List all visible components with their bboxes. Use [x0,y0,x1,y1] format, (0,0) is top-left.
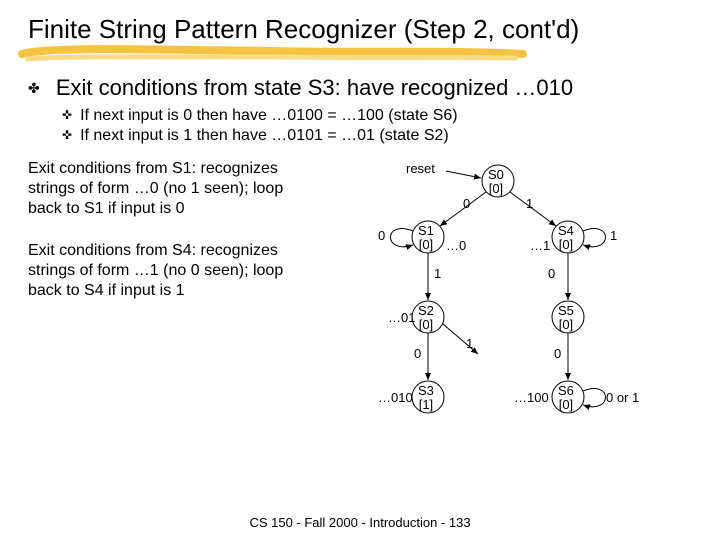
node-s2-name: S2 [418,303,434,318]
node-s4-name: S4 [558,223,574,238]
node-s6-name: S6 [558,383,574,398]
para-s1: Exit conditions from S1: recognizes stri… [28,159,288,219]
edge-s4-s5: 0 [548,267,555,281]
node-s3-out: [1] [419,397,433,412]
edge-s0-s4: 1 [526,197,533,211]
node-s6-out: [0] [559,397,573,412]
edge-s4-loop: 1 [610,229,617,243]
node-s5-out: [0] [559,317,573,332]
node-s3-name: S3 [418,383,434,398]
reset-label: reset [406,162,435,176]
bullet-main: Exit conditions from state S3: have reco… [28,75,692,145]
edge-s0-s1: 0 [463,197,470,211]
node-s0-name: S0 [488,167,504,182]
tag-s4: …1 [530,239,550,253]
node-s1-out: [0] [419,237,433,252]
edge-s1-loop: 0 [378,229,385,243]
sub-bullet-b: If next input is 1 then have …0101 = …01… [62,127,692,145]
title-underline [28,47,692,61]
tag-s3: …010 [378,391,413,405]
edge-s6-loop: 0 or 1 [606,391,639,405]
node-s5-name: S5 [558,303,574,318]
state-diagram: reset S0[0] S1[0] S4[0] S2[0] S5[0] S3[1… [288,159,692,429]
node-s1-name: S1 [418,223,434,238]
node-s0-out: [0] [489,181,503,196]
para-s4: Exit conditions from S4: recognizes stri… [28,241,288,301]
edge-s2-s3: 0 [414,347,421,361]
node-s2-out: [0] [419,317,433,332]
edge-s2-out1: 1 [466,337,473,351]
edge-s5-s6: 0 [554,347,561,361]
node-s4-out: [0] [559,237,573,252]
edge-s1-s2: 1 [434,267,441,281]
slide-footer: CS 150 - Fall 2000 - Introduction - 133 [0,515,720,530]
bullet-main-text: Exit conditions from state S3: have reco… [56,75,573,100]
slide-title: Finite String Pattern Recognizer (Step 2… [28,14,692,45]
tag-s6: …100 [514,391,549,405]
tag-s2: …01 [388,311,415,325]
tag-s1: …0 [446,239,466,253]
sub-bullet-a: If next input is 0 then have …0100 = …10… [62,107,692,125]
diagram-edges [288,159,688,429]
